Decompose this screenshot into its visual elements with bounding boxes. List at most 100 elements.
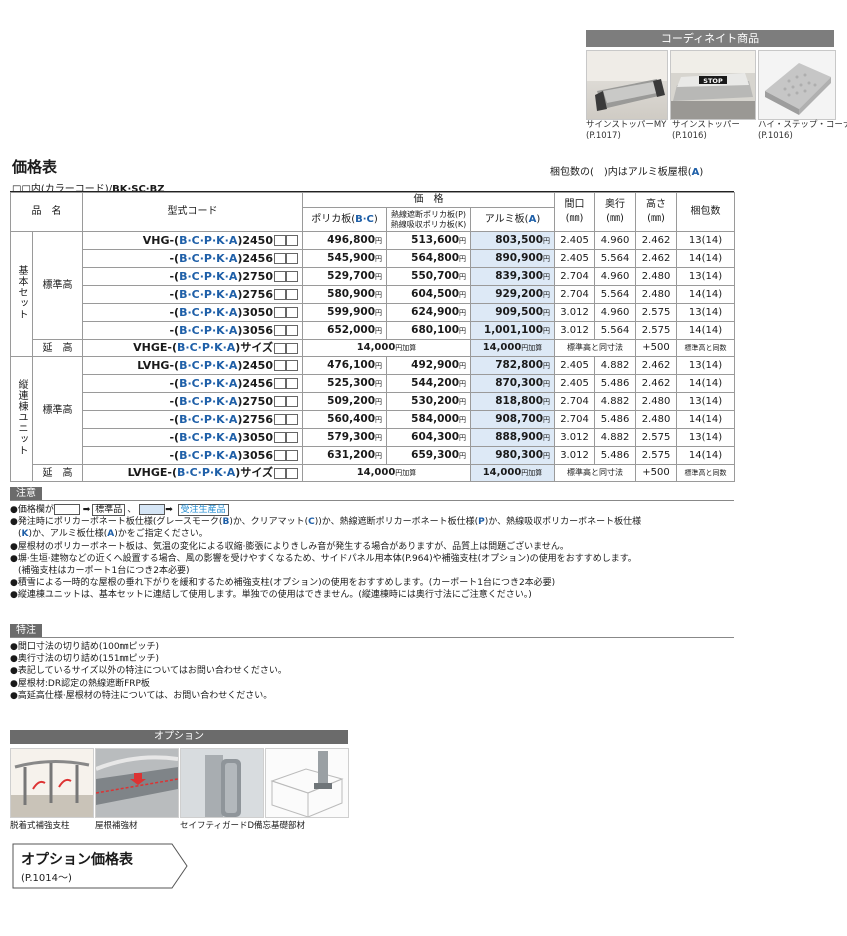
safety-guard-illustration [181,749,263,817]
price-alu: 980,300円 [469,446,556,465]
price-alu: 839,300円 [469,267,556,286]
price-polica: 580,900円 [302,285,387,304]
option-caption-2: 屋根補強材 [95,821,138,831]
table-row-extension: 延 高 VHGE-(B·C·P·K·A)サイズ 14,000円加算 14,000円加算… [11,339,736,357]
depth-value: 4.960 [594,267,637,286]
price-polica: 525,300円 [302,374,387,393]
coord-page-2: (P.1016) [672,131,707,141]
width-value: 3.012 [554,321,596,340]
table-row: -(B·C·P·K·A)3056 652,000円 680,100円 1,001,10… [11,321,736,340]
special-note-1: ●間口寸法の切り詰め(100㎜ピッチ) [10,642,160,652]
option-image-reinforce [95,748,179,818]
sign-stopper-my-image [586,50,668,120]
table-row: -(B·C·P·K·A)2456 525,300円 544,200円 870,300円… [11,374,736,393]
legend-order-swatch [139,504,166,515]
pack-value: 13(14) [676,303,736,322]
height-value: 2.462 [635,249,678,268]
group-label: 標準高 [32,231,83,340]
coord-name-3: ハイ・ステップ・コーナー [758,120,847,130]
table-row: 縦連棟ユニット 標準高 LVHG-(B·C·P·K·A)2450 476,100円 49… [10,356,736,482]
header-alu: アルミ板(A) [469,207,556,232]
depth-value: 4.882 [594,392,637,411]
model-code: -(B·C·P·K·A)2756 [82,285,303,304]
support-post-illustration [11,759,93,817]
height-value: 2.575 [635,446,678,465]
caution-note-5: ●縦連棟ユニットは、基本セットに連結して使用します。単独での使用はできません。(… [10,590,532,601]
hi-step-corner-shape [765,63,831,115]
table-row: -(B·C·P·K·A)2456 545,900円 564,800円 890,900円… [11,249,736,268]
legend-standard-label: 標準品 [92,504,126,516]
height-value: 2.462 [635,356,678,375]
height-value: 2.480 [635,410,678,429]
width-value: 3.012 [554,446,596,465]
price-polica: 599,900円 [302,303,387,322]
option-caption-4: 備忘基礎部材 [254,821,306,831]
header-depth: 奥行 (㎜) [594,192,637,232]
price-alu: 818,800円 [469,392,556,411]
header-name: 品 名 [10,192,83,232]
ext-height: +500 [635,339,678,357]
width-value: 2.704 [554,267,596,286]
depth-value: 4.960 [594,231,637,250]
width-value: 2.704 [554,285,596,304]
model-code: VHG-(B·C·P·K·A)2450 [82,231,303,250]
order-spec-line-2: (K)か、アルミ板仕様(A)かをご指定ください。 [18,529,208,540]
height-value: 2.575 [635,303,678,322]
price-alu: 890,900円 [469,249,556,268]
depth-value: 4.882 [594,356,637,375]
height-value: 2.575 [635,428,678,447]
price-polica: 496,800円 [302,231,387,250]
caution-note-4: ●積雪による一時的な屋根の垂れ下がりを緩和するため補強支柱(オプション)の使用を… [10,578,556,589]
price-heat: 492,900円 [386,356,471,375]
price-table: 品 名 型式コード 価 格 間口 (㎜) 奥行 (㎜) 高さ (㎜) 梱包数 ポリカ板… [10,192,736,482]
table-row: -(B·C·P·K·A)3056 631,200円 659,300円 980,300円… [11,446,736,465]
coord-page-1: (P.1017) [586,131,621,141]
ext-same-size: 標準高と同寸法 [554,339,637,357]
special-notes: ●間口寸法の切り詰め(100㎜ピッチ) ●奥行寸法の切り詰め(151㎜ピッチ) … [10,641,750,702]
page-title: 価格表 [12,158,58,176]
ext-label: 延 高 [32,339,83,357]
width-value: 3.012 [554,428,596,447]
legend-line: ●価格欄が ➡ 標準品、 ➡ 受注生産品 [10,504,750,516]
option-price-title: オプション価格表 [21,852,133,868]
model-code: -(B·C·P·K·A)3050 [82,428,303,447]
price-heat: 530,200円 [386,392,471,411]
height-value: 2.480 [635,285,678,304]
model-code: -(B·C·P·K·A)3056 [82,321,303,340]
price-heat: 624,900円 [386,303,471,322]
price-heat: 513,600円 [386,231,471,250]
coord-caption-3: ハイ・ステップ・コーナー (P.1016) [758,120,847,142]
ext-price-alu: 14,000円加算 [469,464,556,482]
option-caption-1: 脱着式補強支柱 [10,821,70,831]
option-caption-3: セイフティガードD [180,821,255,831]
price-polica: 631,200円 [302,446,387,465]
model-code: LVHG-(B·C·P·K·A)2450 [82,356,303,375]
ext-price-alu: 14,000円加算 [469,339,556,357]
price-polica: 476,100円 [302,356,387,375]
price-heat: 659,300円 [386,446,471,465]
caution-notes: ●価格欄が ➡ 標準品、 ➡ 受注生産品 ●発注時にポリカーボネート板仕様(グレー… [10,504,750,602]
option-price-page: (P.1014〜) [21,873,72,884]
coord-name-2: サインストッパー [672,120,740,130]
price-alu: 870,300円 [469,374,556,393]
depth-value: 5.564 [594,285,637,304]
caution-note-2: ●塀·生垣·建物などの近くへ設置する場合、風の影響を受けやすくなるため、サイドパ… [10,553,637,564]
special-rule [10,637,734,638]
depth-value: 5.486 [594,374,637,393]
price-alu: 888,900円 [469,428,556,447]
option-price-link[interactable]: オプション価格表 (P.1014〜) [12,843,188,889]
section-label: 基本セット [10,231,33,357]
order-spec-line-1: ●発注時にポリカーボネート板仕様(グレースモーク(B)か、クリアマット(C))か… [10,517,642,528]
stop-sign-text: STOP [703,77,723,85]
price-polica: 529,700円 [302,267,387,286]
pack-value: 13(14) [676,356,736,375]
pack-value: 13(14) [676,231,736,250]
ext-price-polica: 14,000円加算 [302,339,471,357]
width-value: 2.405 [554,231,596,250]
price-table-body: 基本セット 標準高 VHG-(B·C·P·K·A)2450 496,800円 513,6… [10,231,736,482]
width-value: 3.012 [554,303,596,322]
header-code: 型式コード [82,192,303,232]
option-image-foundation [265,748,349,818]
height-value: 2.462 [635,374,678,393]
ext-price-polica: 14,000円加算 [302,464,471,482]
